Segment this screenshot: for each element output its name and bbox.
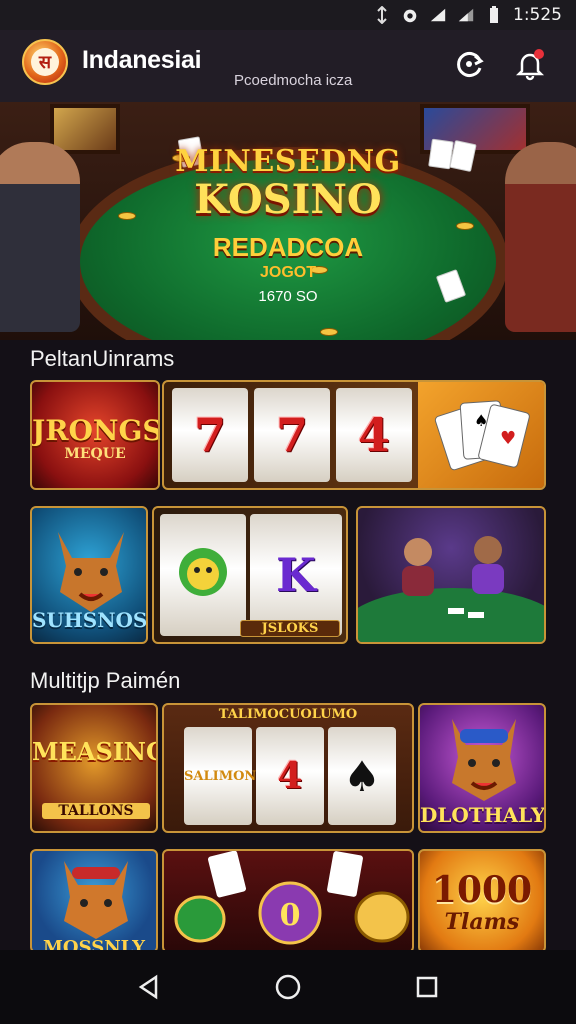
battery-icon bbox=[485, 6, 503, 24]
tile-title: DLOTHALY bbox=[420, 803, 546, 827]
bell-icon bbox=[515, 49, 545, 81]
reel-symbol: 4 bbox=[357, 408, 390, 462]
hero-title-line3: REDADCOA bbox=[212, 232, 364, 262]
svg-text:0: 0 bbox=[280, 898, 301, 933]
slot-reel: 4 bbox=[256, 727, 324, 825]
section-title: PeltanUinrams bbox=[30, 346, 175, 371]
slot-reel: K bbox=[250, 514, 342, 636]
refresh-icon bbox=[457, 52, 484, 77]
reel-symbol: K bbox=[276, 548, 316, 602]
tile-title: 1000 bbox=[431, 869, 533, 911]
recents-button[interactable] bbox=[407, 967, 447, 1007]
hero-banner[interactable]: MINESEDNG KOSINO REDADCOA JOGOT 1670 SO bbox=[0, 102, 576, 340]
recents-icon bbox=[416, 976, 437, 998]
coins-and-cards-icon: 0 bbox=[174, 851, 410, 945]
tile-caption: JSLOKS bbox=[240, 620, 340, 637]
wifi-icon bbox=[429, 6, 447, 24]
slot-reel: 7 bbox=[254, 388, 330, 482]
tile-subtitle: Tlams bbox=[444, 909, 520, 935]
section-title: Multitjp Paimén bbox=[30, 668, 181, 693]
casino-chip bbox=[456, 222, 474, 230]
slot-reel: 7 bbox=[172, 388, 248, 482]
app-subtitle: Pcoedmocha icza bbox=[234, 72, 353, 89]
tile-header: TALIMOCUOLUMO bbox=[218, 707, 358, 722]
character-icon bbox=[179, 548, 227, 596]
notifications-button[interactable] bbox=[510, 44, 550, 84]
signal-icon bbox=[457, 6, 475, 24]
system-nav-bar bbox=[0, 950, 576, 1024]
reel-symbol: 7 bbox=[193, 408, 226, 462]
tile-title: SUHSNOS bbox=[32, 608, 148, 632]
tile-title: MEASING bbox=[32, 737, 158, 766]
hero-title-line1: MINESEDNG bbox=[175, 144, 401, 179]
home-button[interactable] bbox=[268, 967, 308, 1007]
game-tile-live-dealer[interactable] bbox=[356, 506, 546, 644]
reel-symbol: 4 bbox=[277, 755, 303, 797]
app-header: स Indanesiai Pcoedmocha icza bbox=[0, 30, 576, 102]
back-icon bbox=[139, 974, 158, 1000]
app-title: Indanesiai bbox=[82, 46, 202, 74]
hero-title-line4: JOGOT bbox=[259, 264, 316, 281]
tile-title: JRONGS bbox=[32, 414, 160, 447]
dealer-table-icon bbox=[358, 536, 544, 642]
refresh-button[interactable] bbox=[450, 44, 490, 84]
reel-symbol: 7 bbox=[275, 408, 308, 462]
game-tile-dlotnaly[interactable]: DLOTHALY bbox=[418, 703, 546, 833]
game-tile-reels-k[interactable]: K JSLOKS bbox=[152, 506, 348, 644]
tile-subtitle: TALLONS bbox=[42, 803, 150, 819]
logo-glyph: स bbox=[31, 48, 59, 76]
game-tile-jrongs[interactable]: JRONGS MEQUE bbox=[30, 380, 160, 490]
hero-title-line2: KOSINO bbox=[194, 176, 382, 223]
app-logo[interactable]: स bbox=[22, 39, 68, 85]
game-tile-suhsnos[interactable]: SUHSNOS bbox=[30, 506, 148, 644]
hero-amount: 1670 SO bbox=[258, 288, 318, 305]
game-tile-slot-reels[interactable]: 7 7 4 ♠ ♥ bbox=[162, 380, 546, 490]
spade-icon: ♠ bbox=[343, 751, 381, 801]
slot-reel bbox=[160, 514, 246, 636]
cards-panel: ♠ ♥ bbox=[418, 382, 544, 488]
tile-subtitle: MEQUE bbox=[64, 446, 126, 462]
slot-reel: SALIMONS bbox=[184, 727, 266, 825]
game-tile-slot-machine[interactable]: TALIMOCUOLUMO SALIMONS 4 ♠ bbox=[162, 703, 414, 833]
casino-chip bbox=[320, 328, 338, 336]
playing-cards-icon: ♠ ♥ bbox=[434, 400, 530, 471]
status-bar: 1:525 bbox=[0, 0, 576, 30]
slot-reel: 4 bbox=[336, 388, 412, 482]
back-button[interactable] bbox=[129, 967, 169, 1007]
status-time: 1:525 bbox=[513, 5, 562, 25]
svg-text:♥: ♥ bbox=[500, 428, 516, 449]
game-tile-coins[interactable]: 0 bbox=[162, 849, 414, 953]
game-tile-1000[interactable]: 1000 Tlams bbox=[418, 849, 546, 953]
home-icon bbox=[275, 974, 301, 1000]
game-tile-measing[interactable]: MEASING TALLONS bbox=[30, 703, 158, 833]
data-icon bbox=[373, 6, 391, 24]
reel-word: SALIMONS bbox=[184, 768, 266, 784]
slot-reel: ♠ bbox=[328, 727, 396, 825]
svg-text:♠: ♠ bbox=[474, 411, 488, 430]
game-tile-mossnly[interactable]: MOSSNLY bbox=[30, 849, 158, 953]
alarm-icon bbox=[401, 6, 419, 24]
